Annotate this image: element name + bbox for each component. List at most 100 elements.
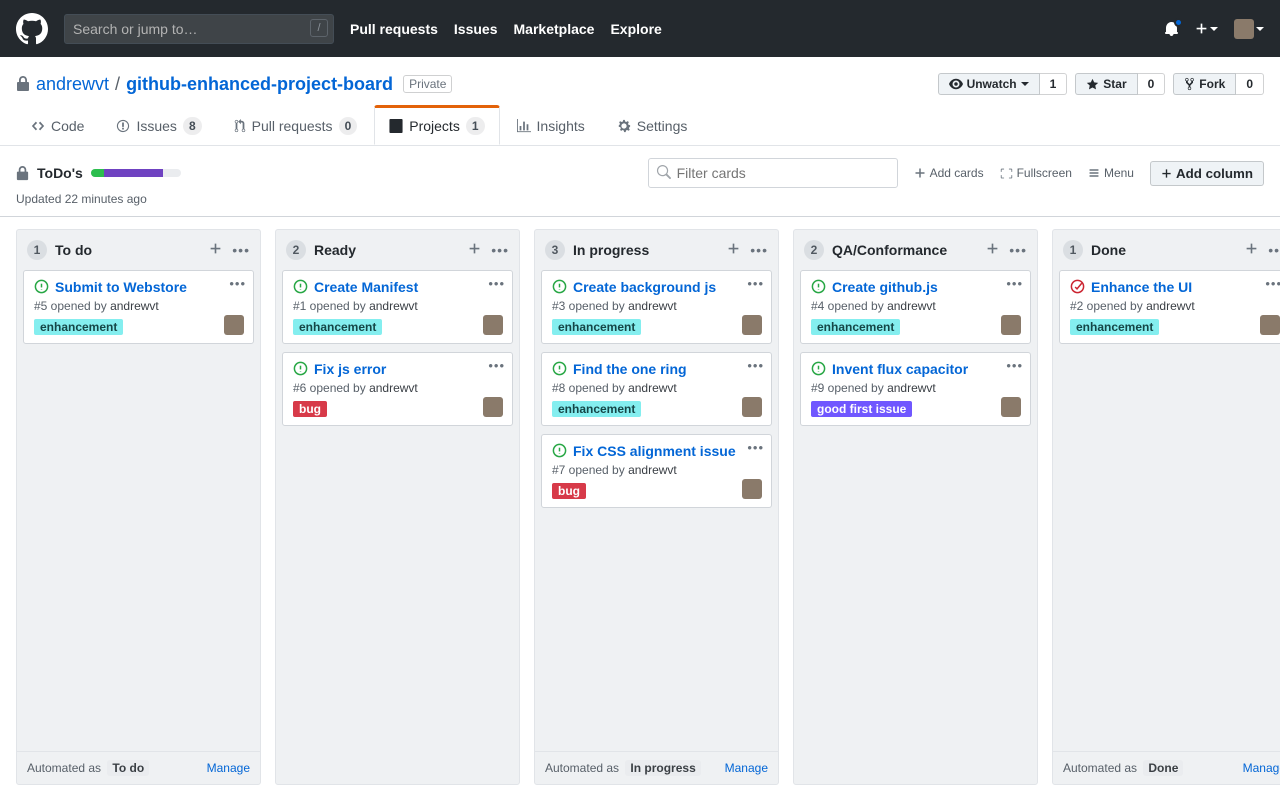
manage-link[interactable]: Manage (1243, 761, 1280, 775)
add-column-button[interactable]: Add column (1150, 161, 1264, 186)
assignee-avatar[interactable] (224, 315, 244, 335)
column-menu-button[interactable]: ••• (750, 242, 768, 258)
issue-card[interactable]: Create background js ••• #3 opened by an… (541, 270, 772, 344)
assignee-avatar[interactable] (742, 315, 762, 335)
pulls-count: 0 (339, 117, 358, 135)
issue-title-link[interactable]: Invent flux capacitor (832, 361, 968, 377)
tab-pull-requests[interactable]: Pull requests 0 (219, 107, 373, 145)
assignee-avatar[interactable] (742, 479, 762, 499)
issue-label[interactable]: bug (293, 401, 327, 417)
github-logo-icon[interactable] (16, 13, 48, 45)
create-menu[interactable] (1195, 22, 1218, 35)
project-board: 1 To do ••• Submit to Webstore ••• #5 op… (0, 217, 1280, 797)
repo-owner-link[interactable]: andrewvt (36, 74, 109, 95)
column-menu-button[interactable]: ••• (232, 242, 250, 258)
assignee-avatar[interactable] (483, 397, 503, 417)
issue-meta: #8 opened by andrewvt (552, 381, 761, 395)
automation-status: Done (1143, 760, 1183, 776)
tab-issues[interactable]: Issues 8 (101, 107, 216, 145)
projects-count: 1 (466, 117, 485, 135)
issue-label[interactable]: enhancement (552, 319, 641, 335)
tab-code[interactable]: Code (16, 107, 99, 145)
star-count[interactable]: 0 (1138, 73, 1166, 95)
tab-settings[interactable]: Settings (602, 107, 703, 145)
notifications-button[interactable] (1163, 20, 1179, 37)
issue-title-link[interactable]: Create background js (573, 279, 716, 295)
issue-title-link[interactable]: Submit to Webstore (55, 279, 187, 295)
issue-card[interactable]: Invent flux capacitor ••• #9 opened by a… (800, 352, 1031, 426)
issue-label[interactable]: enhancement (552, 401, 641, 417)
issue-card[interactable]: Fix CSS alignment issue ••• #7 opened by… (541, 434, 772, 508)
issue-title-link[interactable]: Find the one ring (573, 361, 687, 377)
card-menu-button[interactable]: ••• (747, 358, 764, 373)
card-menu-button[interactable]: ••• (488, 276, 505, 291)
nav-marketplace[interactable]: Marketplace (514, 21, 595, 37)
column-menu-button[interactable]: ••• (491, 242, 509, 258)
issue-label[interactable]: enhancement (811, 319, 900, 335)
issue-card[interactable]: Fix js error ••• #6 opened by andrewvt b… (282, 352, 513, 426)
issue-label[interactable]: good first issue (811, 401, 912, 417)
issue-card[interactable]: Submit to Webstore ••• #5 opened by andr… (23, 270, 254, 344)
menu-icon (1088, 167, 1100, 179)
issue-title-link[interactable]: Enhance the UI (1091, 279, 1192, 295)
assignee-avatar[interactable] (742, 397, 762, 417)
column-menu-button[interactable]: ••• (1009, 242, 1027, 258)
assignee-avatar[interactable] (1001, 315, 1021, 335)
graph-icon (517, 119, 531, 133)
plus-icon (1161, 168, 1172, 179)
assignee-avatar[interactable] (1001, 397, 1021, 417)
add-card-button[interactable] (209, 242, 222, 255)
nav-explore[interactable]: Explore (610, 21, 661, 37)
issue-title-link[interactable]: Fix js error (314, 361, 386, 377)
column-menu-button[interactable]: ••• (1268, 242, 1280, 258)
card-menu-button[interactable]: ••• (747, 440, 764, 455)
add-card-button[interactable] (986, 242, 999, 255)
fork-count[interactable]: 0 (1236, 73, 1264, 95)
fork-button[interactable]: Fork (1173, 73, 1236, 95)
automation-prefix: Automated as (1063, 761, 1137, 775)
issue-card[interactable]: Enhance the UI ••• #2 opened by andrewvt… (1059, 270, 1280, 344)
issue-card[interactable]: Create github.js ••• #4 opened by andrew… (800, 270, 1031, 344)
profile-menu[interactable] (1234, 19, 1264, 39)
column-header: 2 QA/Conformance ••• (794, 230, 1037, 270)
issue-meta: #2 opened by andrewvt (1070, 299, 1279, 313)
tab-projects[interactable]: Projects 1 (374, 105, 499, 145)
card-menu-button[interactable]: ••• (488, 358, 505, 373)
card-menu-button[interactable]: ••• (1006, 276, 1023, 291)
nav-pull-requests[interactable]: Pull requests (350, 21, 438, 37)
card-menu-button[interactable]: ••• (1006, 358, 1023, 373)
issue-title-link[interactable]: Create github.js (832, 279, 938, 295)
search-slash-hint: / (310, 19, 328, 37)
issue-title-link[interactable]: Create Manifest (314, 279, 418, 295)
assignee-avatar[interactable] (1260, 315, 1280, 335)
issue-card[interactable]: Find the one ring ••• #8 opened by andre… (541, 352, 772, 426)
watch-button[interactable]: Unwatch (938, 73, 1040, 95)
add-cards-button[interactable]: Add cards (914, 166, 984, 180)
add-card-button[interactable] (727, 242, 740, 255)
add-card-button[interactable] (468, 242, 481, 255)
issue-card[interactable]: Create Manifest ••• #1 opened by andrewv… (282, 270, 513, 344)
star-button[interactable]: Star (1075, 73, 1137, 95)
add-card-button[interactable] (1245, 242, 1258, 255)
issue-label[interactable]: enhancement (34, 319, 123, 335)
card-menu-button[interactable]: ••• (747, 276, 764, 291)
issue-label[interactable]: enhancement (293, 319, 382, 335)
column-count: 2 (286, 240, 306, 260)
repo-name-link[interactable]: github-enhanced-project-board (126, 74, 393, 95)
filter-cards-input[interactable] (648, 158, 898, 188)
manage-link[interactable]: Manage (207, 761, 250, 775)
issue-label[interactable]: enhancement (1070, 319, 1159, 335)
nav-issues[interactable]: Issues (454, 21, 498, 37)
menu-button[interactable]: Menu (1088, 166, 1134, 180)
issue-label[interactable]: bug (552, 483, 586, 499)
issue-title-link[interactable]: Fix CSS alignment issue (573, 443, 736, 459)
card-menu-button[interactable]: ••• (229, 276, 246, 291)
search-input[interactable] (64, 14, 334, 44)
card-menu-button[interactable]: ••• (1265, 276, 1280, 291)
fullscreen-button[interactable]: Fullscreen (1000, 166, 1072, 180)
board-column: 2 Ready ••• Create Manifest ••• #1 opene… (275, 229, 520, 785)
manage-link[interactable]: Manage (725, 761, 768, 775)
watch-count[interactable]: 1 (1040, 73, 1068, 95)
tab-insights[interactable]: Insights (502, 107, 600, 145)
assignee-avatar[interactable] (483, 315, 503, 335)
